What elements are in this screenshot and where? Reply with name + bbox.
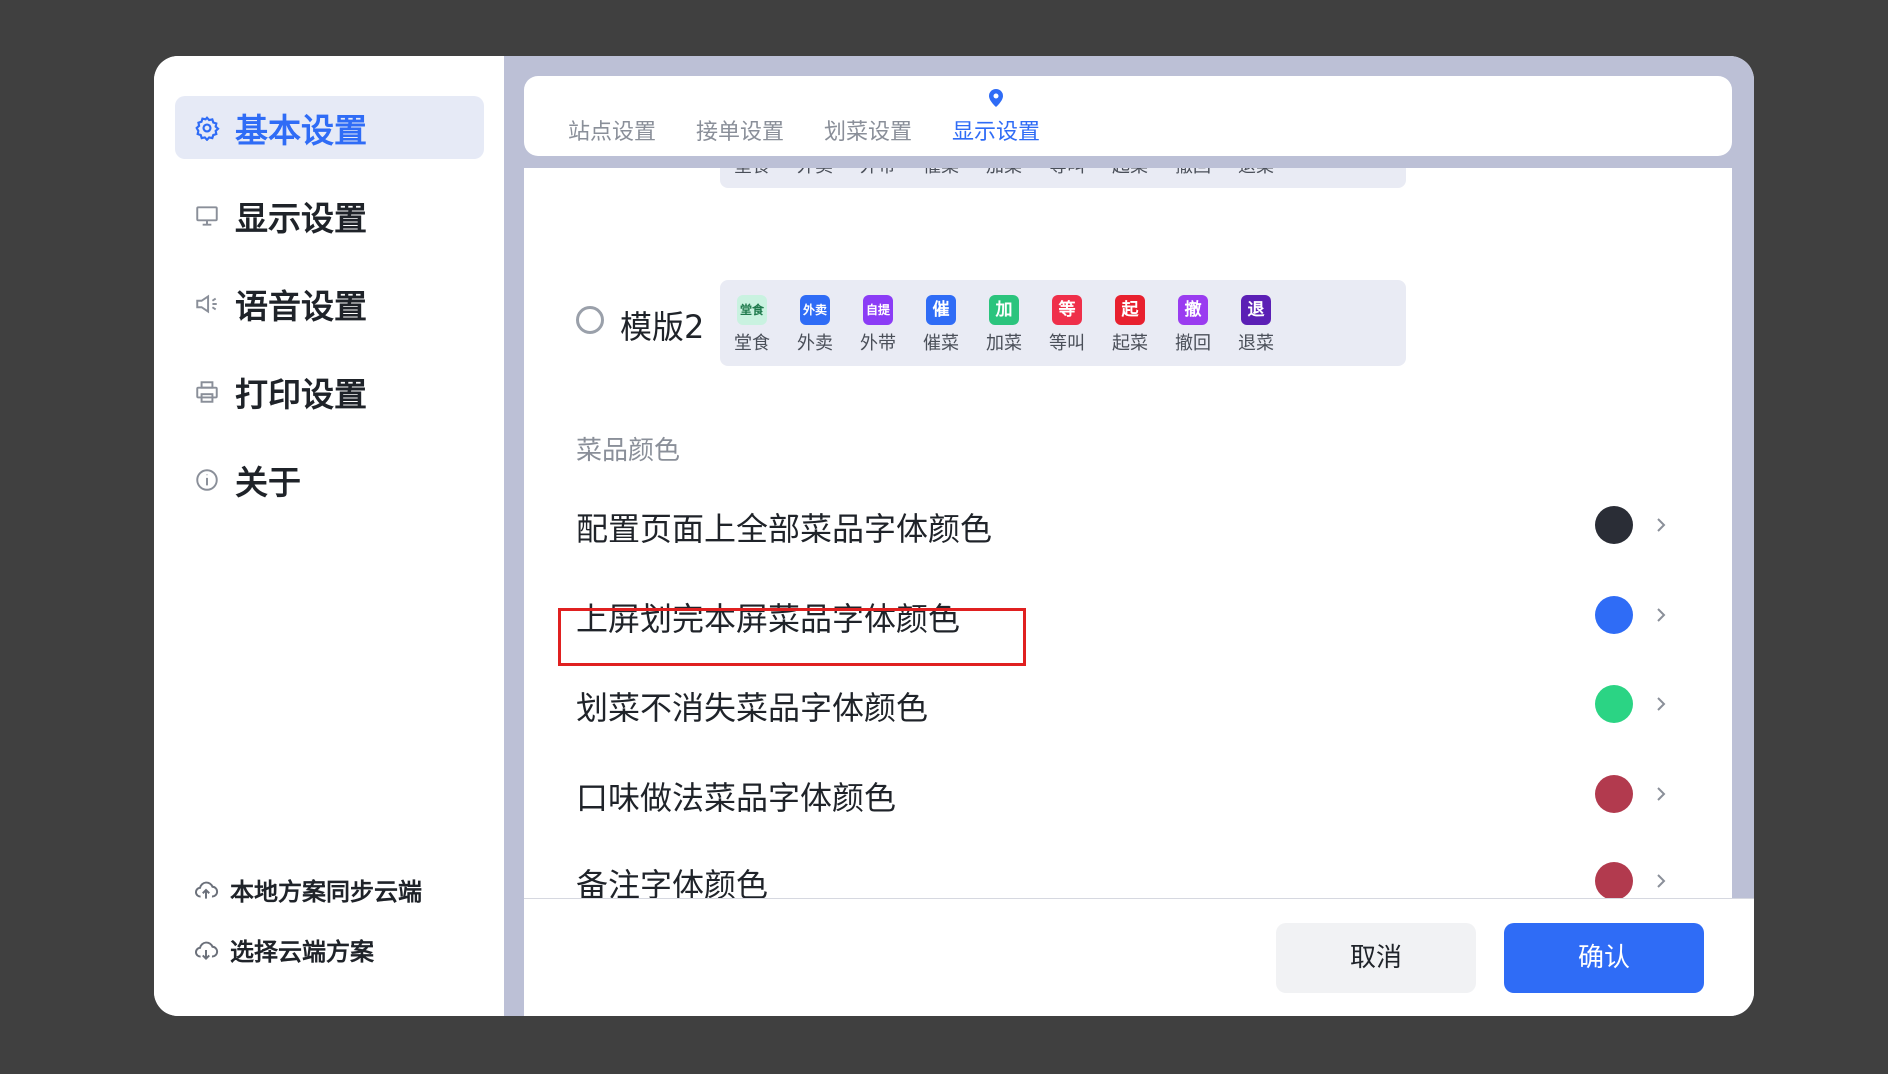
badge-item: 加菜 [978,168,1030,178]
printer-icon [193,378,221,406]
badge-item: 撤回 [1167,168,1219,178]
badge-item-delivery: 外卖 外卖 [789,295,841,355]
sidebar-item-voice-settings[interactable]: 语音设置 [175,272,484,335]
monitor-icon [193,202,221,230]
template-radio[interactable] [576,306,604,334]
badge: 退 [1241,295,1271,325]
cancel-button[interactable]: 取消 [1276,923,1476,993]
color-setting-row[interactable]: 备注字体颜色 [524,836,1732,898]
badge-preview: 堂食 外卖 外带 催菜 加菜 等叫 起菜 撤回 退菜 [720,168,1406,188]
color-swatch [1595,596,1633,634]
badge: 催 [926,295,956,325]
sidebar-item-label: 显示设置 [235,198,367,238]
sidebar-item-print-settings[interactable]: 打印设置 [175,360,484,423]
sidebar-item-label: 基本设置 [235,110,367,150]
badge-item-return: 退 退菜 [1230,295,1282,355]
chevron-right-icon [1657,518,1666,532]
template-option-2[interactable]: 模版2 堂食 堂食 外卖 外卖 自提 外带 催 催菜 加 加菜 等 等叫 起 起… [524,280,1732,366]
cloud-link-label: 本地方案同步云端 [230,878,422,906]
sync-to-cloud-link[interactable]: 本地方案同步云端 [192,872,422,907]
settings-dialog: 基本设置 显示设置 语音设置 打印设置 关于 本地方案同步云端 选择云端方案 站… [154,56,1754,1016]
tab-bar: 站点设置 接单设置 划菜设置 显示设置 [524,76,1732,156]
sidebar-item-label: 语音设置 [235,286,367,326]
color-swatch [1595,685,1633,723]
badge: 起 [1115,295,1145,325]
chevron-right-icon [1657,697,1666,711]
chevron-right-icon [1657,787,1666,801]
badge: 自提 [863,295,893,325]
tab-site-settings[interactable]: 站点设置 [568,114,656,146]
settings-scroll-panel[interactable]: 堂食 外卖 外带 催菜 加菜 等叫 起菜 撤回 退菜 模版2 堂食 [524,168,1732,898]
select-cloud-plan-link[interactable]: 选择云端方案 [192,932,374,967]
confirm-button[interactable]: 确认 [1504,923,1704,993]
cloud-upload-icon [192,876,220,904]
sidebar-item-basic-settings[interactable]: 基本设置 [175,96,484,159]
badge: 撤 [1178,295,1208,325]
badge: 堂食 [737,295,767,325]
cloud-link-label: 选择云端方案 [230,938,374,966]
info-icon [193,466,221,494]
badge-item-takeaway: 自提 外带 [852,295,904,355]
badge: 外卖 [800,295,830,325]
template-option-1[interactable]: 堂食 外卖 外带 催菜 加菜 等叫 起菜 撤回 退菜 [524,168,1732,188]
tab-dish-marking-settings[interactable]: 划菜设置 [824,114,912,146]
badge-item-withdraw: 撤 撤回 [1167,295,1219,355]
tab-display-settings[interactable]: 显示设置 [952,89,1041,146]
sidebar-item-about[interactable]: 关于 [175,448,484,511]
badge-item-dine-in: 堂食 堂食 [726,295,778,355]
sidebar-item-display-settings[interactable]: 显示设置 [175,184,484,247]
badge-item: 外带 [852,168,904,178]
badge-item: 催菜 [915,168,967,178]
badge-item: 外卖 [789,168,841,178]
color-setting-row[interactable]: 划菜不消失菜品字体颜色 [524,659,1732,749]
location-pin-icon [989,89,1003,107]
sidebar: 基本设置 显示设置 语音设置 打印设置 关于 本地方案同步云端 选择云端方案 [154,56,504,1016]
dialog-footer: 取消 确认 [524,898,1754,1016]
chevron-right-icon [1657,874,1666,888]
badge-item: 等叫 [1041,168,1093,178]
cloud-download-icon [192,936,220,964]
gear-icon [193,114,221,142]
badge-item: 起菜 [1104,168,1156,178]
tab-label: 显示设置 [952,120,1041,145]
chevron-right-icon [1657,608,1666,622]
speaker-icon [193,290,221,318]
sidebar-item-label: 关于 [235,462,301,502]
badge-item-add-dish: 加 加菜 [978,295,1030,355]
badge-preview: 堂食 堂食 外卖 外卖 自提 外带 催 催菜 加 加菜 等 等叫 起 起菜 撤 … [720,280,1406,366]
color-setting-row[interactable]: 配置页面上全部菜品字体颜色 [524,480,1732,570]
badge: 加 [989,295,1019,325]
color-swatch [1595,775,1633,813]
template-name: 模版2 [620,308,705,346]
sidebar-item-label: 打印设置 [235,374,367,414]
badge: 等 [1052,295,1082,325]
color-setting-row[interactable]: 上屏划完本屏菜品字体颜色 [524,570,1732,660]
badge-item-wait: 等 等叫 [1041,295,1093,355]
color-setting-row[interactable]: 口味做法菜品字体颜色 [524,749,1732,839]
badge-item: 堂食 [726,168,778,178]
badge-item: 退菜 [1230,168,1282,178]
badge-item-rush: 催 催菜 [915,295,967,355]
content-area: 站点设置 接单设置 划菜设置 显示设置 堂食 外卖 外带 催菜 [504,56,1754,1016]
section-title-dish-color: 菜品颜色 [576,436,681,466]
color-swatch [1595,862,1633,898]
tab-order-settings[interactable]: 接单设置 [696,114,784,146]
color-swatch [1595,506,1633,544]
badge-item-serve: 起 起菜 [1104,295,1156,355]
